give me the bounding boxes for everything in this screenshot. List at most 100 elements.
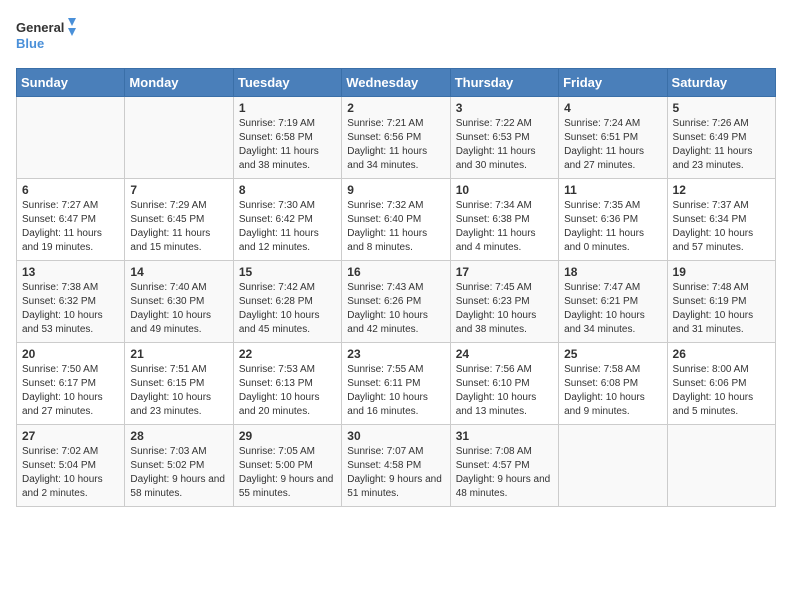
day-info: Sunrise: 7:43 AMSunset: 6:26 PMDaylight:… — [347, 281, 444, 337]
calendar-cell: 20Sunrise: 7:50 AMSunset: 6:17 PMDayligh… — [17, 343, 125, 425]
calendar-cell: 28 Sunrise: 7:03 AMSunset: 5:02 PMDayligh… — [125, 425, 233, 507]
day-number: 16 — [347, 265, 444, 279]
day-number: 7 — [130, 183, 227, 197]
day-info: Sunrise: 7:22 AMSunset: 6:53 PMDaylight:… — [456, 117, 553, 173]
day-number: 4 — [564, 101, 661, 115]
day-info: Sunrise: 7:21 AMSunset: 6:56 PMDaylight:… — [347, 117, 444, 173]
day-number: 13 — [22, 265, 119, 279]
day-number: 31 — [456, 429, 553, 443]
calendar-cell — [559, 425, 667, 507]
day-info: Sunrise: 7:07 AMSunset: 4:58 PMDaylight:… — [347, 445, 444, 501]
calendar-cell: 27 Sunrise: 7:02 AMSunset: 5:04 PMDayligh… — [17, 425, 125, 507]
day-info: Sunrise: 7:45 AMSunset: 6:23 PMDaylight:… — [456, 281, 553, 337]
day-number: 23 — [347, 347, 444, 361]
day-number: 25 — [564, 347, 661, 361]
calendar-cell: 25 Sunrise: 7:58 AMSunset: 6:08 PMDayligh… — [559, 343, 667, 425]
day-info: Sunrise: 7:27 AMSunset: 6:47 PMDaylight:… — [22, 199, 119, 255]
calendar-cell: 6 Sunrise: 7:27 AMSunset: 6:47 PMDaylight… — [17, 179, 125, 261]
calendar-table: SundayMondayTuesdayWednesdayThursdayFrid… — [16, 68, 776, 507]
calendar-cell: 10Sunrise: 7:34 AMSunset: 6:38 PMDayligh… — [450, 179, 558, 261]
day-info: Sunrise: 7:37 AMSunset: 6:34 PMDaylight:… — [673, 199, 770, 255]
day-number: 10 — [456, 183, 553, 197]
calendar-cell — [17, 97, 125, 179]
calendar-week-row: 1Sunrise: 7:19 AMSunset: 6:58 PMDaylight… — [17, 97, 776, 179]
day-number: 22 — [239, 347, 336, 361]
day-info: Sunrise: 8:00 AMSunset: 6:06 PMDaylight:… — [673, 363, 770, 419]
day-info: Sunrise: 7:58 AMSunset: 6:08 PMDaylight:… — [564, 363, 661, 419]
day-number: 6 — [22, 183, 119, 197]
calendar-cell: 16 Sunrise: 7:43 AMSunset: 6:26 PMDayligh… — [342, 261, 450, 343]
day-info: Sunrise: 7:02 AMSunset: 5:04 PMDaylight:… — [22, 445, 119, 501]
weekday-header: Saturday — [667, 69, 775, 97]
calendar-cell: 21 Sunrise: 7:51 AMSunset: 6:15 PMDayligh… — [125, 343, 233, 425]
day-info: Sunrise: 7:30 AMSunset: 6:42 PMDaylight:… — [239, 199, 336, 255]
logo: General Blue — [16, 16, 76, 58]
calendar-week-row: 20Sunrise: 7:50 AMSunset: 6:17 PMDayligh… — [17, 343, 776, 425]
day-info: Sunrise: 7:08 AMSunset: 4:57 PMDaylight:… — [456, 445, 553, 501]
day-info: Sunrise: 7:38 AMSunset: 6:32 PMDaylight:… — [22, 281, 119, 337]
calendar-cell: 5Sunrise: 7:26 AMSunset: 6:49 PMDaylight… — [667, 97, 775, 179]
calendar-cell: 1Sunrise: 7:19 AMSunset: 6:58 PMDaylight… — [233, 97, 341, 179]
day-number: 8 — [239, 183, 336, 197]
day-number: 30 — [347, 429, 444, 443]
day-info: Sunrise: 7:42 AMSunset: 6:28 PMDaylight:… — [239, 281, 336, 337]
day-info: Sunrise: 7:19 AMSunset: 6:58 PMDaylight:… — [239, 117, 336, 173]
weekday-header-row: SundayMondayTuesdayWednesdayThursdayFrid… — [17, 69, 776, 97]
calendar-cell: 19Sunrise: 7:48 AMSunset: 6:19 PMDayligh… — [667, 261, 775, 343]
day-number: 15 — [239, 265, 336, 279]
calendar-week-row: 13 Sunrise: 7:38 AMSunset: 6:32 PMDayligh… — [17, 261, 776, 343]
weekday-header: Tuesday — [233, 69, 341, 97]
day-number: 9 — [347, 183, 444, 197]
day-info: Sunrise: 7:48 AMSunset: 6:19 PMDaylight:… — [673, 281, 770, 337]
day-info: Sunrise: 7:03 AMSunset: 5:02 PMDaylight:… — [130, 445, 227, 501]
day-number: 28 — [130, 429, 227, 443]
page-header: General Blue — [16, 16, 776, 58]
calendar-cell: 2 Sunrise: 7:21 AMSunset: 6:56 PMDaylight… — [342, 97, 450, 179]
day-number: 21 — [130, 347, 227, 361]
weekday-header: Friday — [559, 69, 667, 97]
calendar-cell: 7Sunrise: 7:29 AMSunset: 6:45 PMDaylight… — [125, 179, 233, 261]
calendar-cell: 14 Sunrise: 7:40 AMSunset: 6:30 PMDayligh… — [125, 261, 233, 343]
day-info: Sunrise: 7:26 AMSunset: 6:49 PMDaylight:… — [673, 117, 770, 173]
calendar-cell: 13 Sunrise: 7:38 AMSunset: 6:32 PMDayligh… — [17, 261, 125, 343]
calendar-week-row: 6 Sunrise: 7:27 AMSunset: 6:47 PMDaylight… — [17, 179, 776, 261]
weekday-header: Wednesday — [342, 69, 450, 97]
day-number: 2 — [347, 101, 444, 115]
calendar-cell: 31 Sunrise: 7:08 AMSunset: 4:57 PMDayligh… — [450, 425, 558, 507]
day-number: 26 — [673, 347, 770, 361]
day-number: 18 — [564, 265, 661, 279]
day-number: 11 — [564, 183, 661, 197]
day-info: Sunrise: 7:24 AMSunset: 6:51 PMDaylight:… — [564, 117, 661, 173]
weekday-header: Monday — [125, 69, 233, 97]
day-info: Sunrise: 7:32 AMSunset: 6:40 PMDaylight:… — [347, 199, 444, 255]
svg-text:General: General — [16, 20, 64, 35]
day-info: Sunrise: 7:51 AMSunset: 6:15 PMDaylight:… — [130, 363, 227, 419]
day-info: Sunrise: 7:35 AMSunset: 6:36 PMDaylight:… — [564, 199, 661, 255]
calendar-cell: 22 Sunrise: 7:53 AMSunset: 6:13 PMDayligh… — [233, 343, 341, 425]
day-number: 17 — [456, 265, 553, 279]
calendar-cell: 26 Sunrise: 8:00 AMSunset: 6:06 PMDayligh… — [667, 343, 775, 425]
calendar-cell: 12Sunrise: 7:37 AMSunset: 6:34 PMDayligh… — [667, 179, 775, 261]
calendar-cell: 8 Sunrise: 7:30 AMSunset: 6:42 PMDaylight… — [233, 179, 341, 261]
day-number: 20 — [22, 347, 119, 361]
calendar-cell: 23Sunrise: 7:55 AMSunset: 6:11 PMDayligh… — [342, 343, 450, 425]
day-info: Sunrise: 7:53 AMSunset: 6:13 PMDaylight:… — [239, 363, 336, 419]
weekday-header: Thursday — [450, 69, 558, 97]
calendar-cell: 11 Sunrise: 7:35 AMSunset: 6:36 PMDayligh… — [559, 179, 667, 261]
calendar-cell: 30 Sunrise: 7:07 AMSunset: 4:58 PMDayligh… — [342, 425, 450, 507]
calendar-cell: 24Sunrise: 7:56 AMSunset: 6:10 PMDayligh… — [450, 343, 558, 425]
day-number: 27 — [22, 429, 119, 443]
calendar-cell: 4 Sunrise: 7:24 AMSunset: 6:51 PMDaylight… — [559, 97, 667, 179]
calendar-cell — [125, 97, 233, 179]
calendar-week-row: 27 Sunrise: 7:02 AMSunset: 5:04 PMDayligh… — [17, 425, 776, 507]
calendar-cell: 9 Sunrise: 7:32 AMSunset: 6:40 PMDaylight… — [342, 179, 450, 261]
day-number: 14 — [130, 265, 227, 279]
day-info: Sunrise: 7:05 AMSunset: 5:00 PMDaylight:… — [239, 445, 336, 501]
day-info: Sunrise: 7:56 AMSunset: 6:10 PMDaylight:… — [456, 363, 553, 419]
day-number: 29 — [239, 429, 336, 443]
svg-text:Blue: Blue — [16, 36, 44, 51]
logo-svg: General Blue — [16, 16, 76, 58]
calendar-cell: 29 Sunrise: 7:05 AMSunset: 5:00 PMDayligh… — [233, 425, 341, 507]
day-info: Sunrise: 7:40 AMSunset: 6:30 PMDaylight:… — [130, 281, 227, 337]
calendar-cell: 17 Sunrise: 7:45 AMSunset: 6:23 PMDayligh… — [450, 261, 558, 343]
